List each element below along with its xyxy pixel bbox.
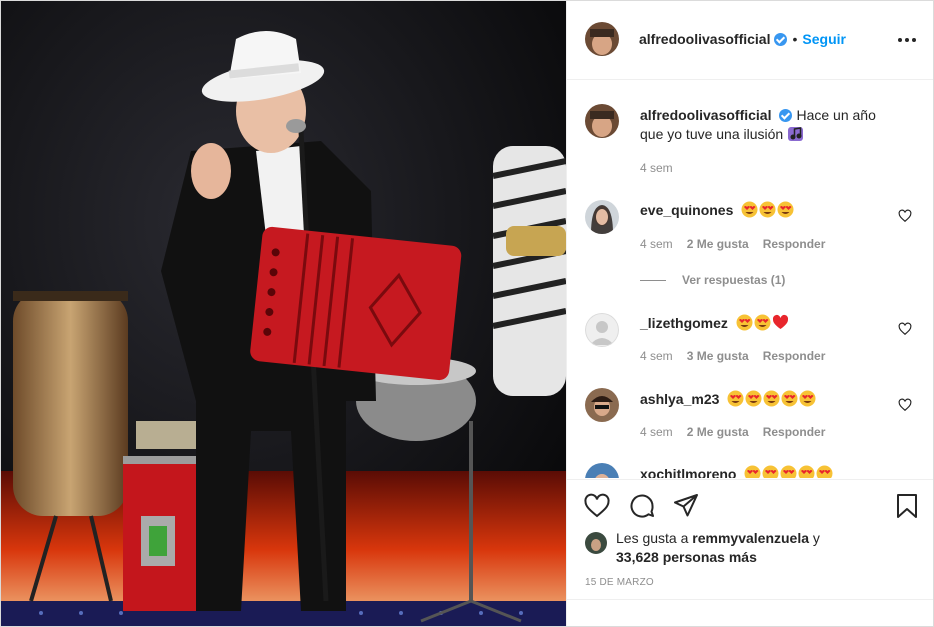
comment-avatar-image — [585, 463, 619, 478]
heart-eyes-emoji-icon — [745, 390, 762, 407]
more-options-icon[interactable] — [898, 29, 918, 49]
default-avatar-icon — [585, 313, 619, 347]
verified-badge-icon — [774, 33, 788, 46]
caption-text: alfredoolivasofficial Hace un año que yo … — [640, 106, 900, 144]
likes-prefix: Les gusta a — [616, 530, 689, 546]
caption-avatar[interactable] — [585, 104, 619, 138]
comment-username[interactable]: _lizethgomez — [640, 315, 728, 331]
separator-dot: • — [792, 31, 798, 47]
comment-like-heart-icon[interactable] — [898, 209, 912, 223]
heart-eyes-emoji-icon — [777, 201, 794, 218]
caption-meta: 4 sem — [640, 161, 687, 175]
heart-eyes-emoji-icon — [781, 390, 798, 407]
comment-likes[interactable]: 2 Me gusta — [687, 237, 749, 251]
author-avatar-image — [585, 22, 619, 56]
heart-icon[interactable] — [583, 492, 611, 520]
comment-username[interactable]: xochitlmoreno — [640, 466, 736, 478]
comment-likes[interactable]: 3 Me gusta — [687, 349, 749, 363]
red-heart-emoji-icon — [772, 314, 788, 329]
paper-plane-icon[interactable] — [672, 492, 700, 520]
liker-username[interactable]: remmyvalenzuela — [692, 530, 809, 546]
comment-text: xochitlmoreno — [640, 465, 900, 478]
author-avatar[interactable] — [585, 22, 619, 56]
post-photo[interactable] — [1, 1, 566, 626]
comment-time[interactable]: 4 sem — [640, 349, 673, 363]
caption-username[interactable]: alfredoolivasofficial — [640, 107, 771, 123]
heart-eyes-emoji-icon — [763, 390, 780, 407]
verified-badge-icon — [779, 109, 793, 122]
comment-time[interactable]: 4 sem — [640, 237, 673, 251]
post-actions: Les gusta a remmyvalenzuela y 33,628 per… — [567, 479, 933, 599]
view-replies-label[interactable]: Ver respuestas (1) — [682, 273, 785, 287]
follow-button[interactable]: Seguir — [802, 31, 846, 47]
likes-others[interactable]: 33,628 personas más — [616, 549, 757, 565]
heart-eyes-emoji-icon — [741, 201, 758, 218]
comments-list[interactable]: alfredoolivasofficial Hace un año que yo … — [567, 81, 933, 478]
author-username[interactable]: alfredoolivasofficial — [639, 31, 770, 47]
post-dialog: alfredoolivasofficial • Seguir alfredooliv… — [0, 0, 934, 627]
music-notes-emoji-icon — [788, 127, 804, 141]
heart-eyes-emoji-icon — [744, 465, 761, 478]
comment-likes[interactable]: 2 Me gusta — [687, 425, 749, 439]
post-side-panel: alfredoolivasofficial • Seguir alfredooliv… — [566, 1, 933, 626]
comment-meta: 4 sem 2 Me gusta Responder — [640, 237, 839, 251]
comment-like-heart-icon[interactable] — [898, 398, 912, 412]
comment-avatar[interactable] — [585, 463, 619, 478]
comment-text: eve_quinones — [640, 201, 900, 220]
reply-button[interactable]: Responder — [763, 237, 826, 251]
reply-button[interactable]: Responder — [763, 349, 826, 363]
caption-time[interactable]: 4 sem — [640, 161, 673, 175]
header-author-line: alfredoolivasofficial • Seguir — [639, 31, 846, 49]
heart-eyes-emoji-icon — [762, 465, 779, 478]
comment-like-heart-icon[interactable] — [898, 322, 912, 336]
likes-conj: y — [812, 530, 820, 546]
liker-avatar-image — [585, 532, 607, 554]
heart-eyes-emoji-icon — [798, 465, 815, 478]
comment-avatar[interactable] — [585, 200, 619, 234]
comment-username[interactable]: eve_quinones — [640, 202, 733, 218]
comment-meta: 4 sem 3 Me gusta Responder — [640, 349, 839, 363]
post-header: alfredoolivasofficial • Seguir — [567, 1, 933, 80]
comment-text: _lizethgomez — [640, 314, 900, 333]
comment-username[interactable]: ashlya_m23 — [640, 391, 719, 407]
comment-time[interactable]: 4 sem — [640, 425, 673, 439]
concert-photo-illustration — [1, 1, 566, 626]
heart-eyes-emoji-icon — [816, 465, 833, 478]
heart-eyes-emoji-icon — [727, 390, 744, 407]
view-replies-button[interactable]: Ver respuestas (1) — [640, 273, 785, 287]
caption-avatar-image — [585, 104, 619, 138]
comment-text: ashlya_m23 — [640, 390, 900, 409]
heart-eyes-emoji-icon — [736, 314, 753, 331]
reply-button[interactable]: Responder — [763, 425, 826, 439]
comment-meta: 4 sem 2 Me gusta Responder — [640, 425, 839, 439]
heart-eyes-emoji-icon — [780, 465, 797, 478]
heart-eyes-emoji-icon — [759, 201, 776, 218]
comment-avatar[interactable] — [585, 313, 619, 347]
liker-avatar[interactable] — [585, 532, 607, 554]
replies-divider — [640, 280, 666, 282]
heart-eyes-emoji-icon — [754, 314, 771, 331]
add-comment-area — [567, 599, 933, 626]
comment-icon[interactable] — [628, 492, 656, 520]
comment-avatar-image — [585, 200, 619, 234]
comment-avatar[interactable] — [585, 388, 619, 422]
comment-avatar-image — [585, 388, 619, 422]
post-date[interactable]: 15 DE MARZO — [585, 577, 654, 588]
heart-eyes-emoji-icon — [799, 390, 816, 407]
likes-text: Les gusta a remmyvalenzuela y 33,628 per… — [616, 529, 916, 567]
bookmark-icon[interactable] — [893, 492, 921, 520]
